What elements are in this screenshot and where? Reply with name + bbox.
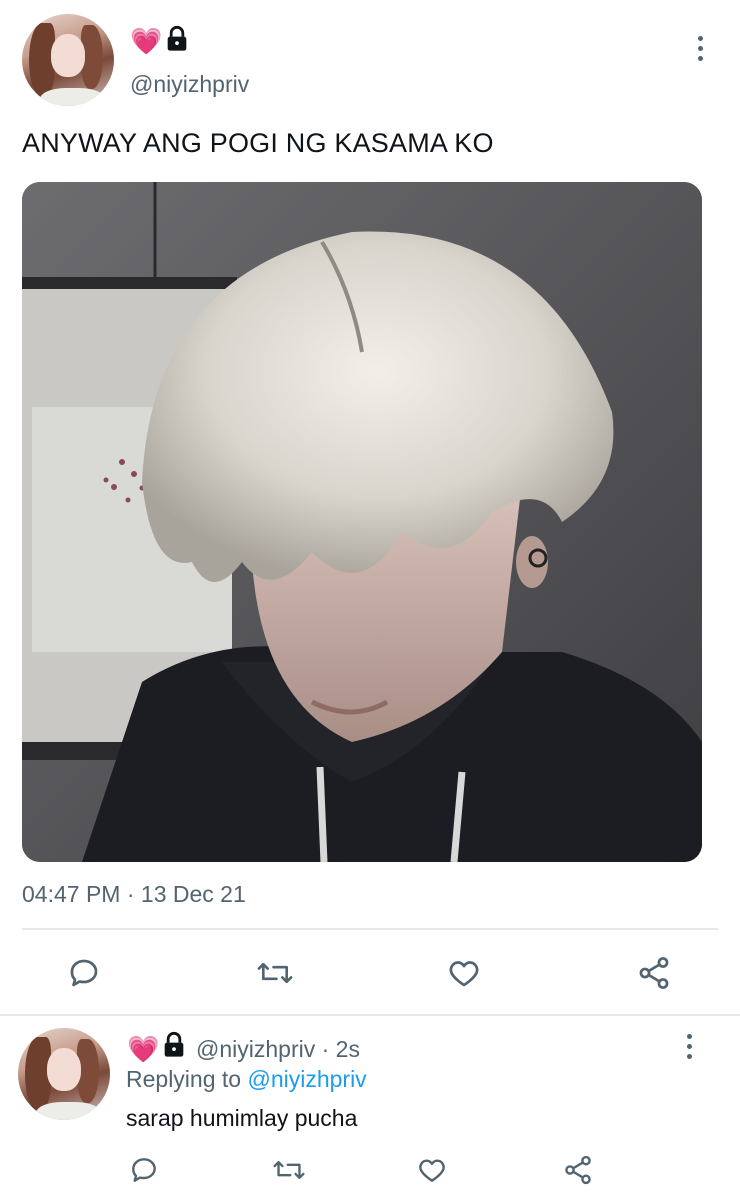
tweet-timestamp[interactable]: 04:47 PM · 13 Dec 21 — [22, 881, 246, 908]
reply-icon[interactable] — [128, 1154, 160, 1186]
reply-header: @niyizhpriv · 2s — [196, 1036, 360, 1063]
divider — [0, 1014, 740, 1016]
reply-avatar[interactable] — [18, 1028, 110, 1120]
heart-icon[interactable] — [416, 1154, 448, 1186]
replying-prefix: Replying to — [126, 1066, 242, 1092]
more-vertical-icon[interactable] — [698, 36, 703, 61]
reply-age: 2s — [335, 1036, 360, 1062]
reply-text: sarap humimlay pucha — [126, 1105, 358, 1131]
meta-separator: · — [126, 881, 135, 907]
tweet-text: ANYWAY ANG POGI NG KASAMA KO — [22, 128, 494, 158]
more-vertical-icon[interactable] — [687, 1034, 692, 1059]
divider — [22, 928, 718, 930]
author-avatar[interactable] — [22, 14, 114, 106]
lock-icon — [160, 1031, 188, 1059]
photo-illustration — [22, 182, 702, 862]
heart-emoji: 💗 — [130, 26, 163, 56]
heart-emoji: 💗 — [127, 1034, 160, 1064]
tweet-date: 13 Dec 21 — [140, 881, 246, 907]
replying-to-line: Replying to @niyizhpriv — [126, 1066, 367, 1093]
share-icon[interactable] — [636, 955, 672, 991]
tweet-time: 04:47 PM — [22, 881, 121, 907]
meta-separator: · — [321, 1036, 330, 1062]
retweet-icon[interactable] — [272, 1154, 306, 1186]
author-handle[interactable]: @niyizhpriv — [130, 71, 249, 98]
reply-icon[interactable] — [66, 955, 102, 991]
replying-to-link[interactable]: @niyizhpriv — [247, 1066, 366, 1092]
reply-handle[interactable]: @niyizhpriv — [196, 1036, 315, 1062]
retweet-icon[interactable] — [256, 955, 294, 991]
share-icon[interactable] — [562, 1154, 594, 1186]
lock-icon — [163, 25, 191, 53]
tweet-photo[interactable] — [22, 182, 702, 862]
heart-icon[interactable] — [446, 955, 482, 991]
